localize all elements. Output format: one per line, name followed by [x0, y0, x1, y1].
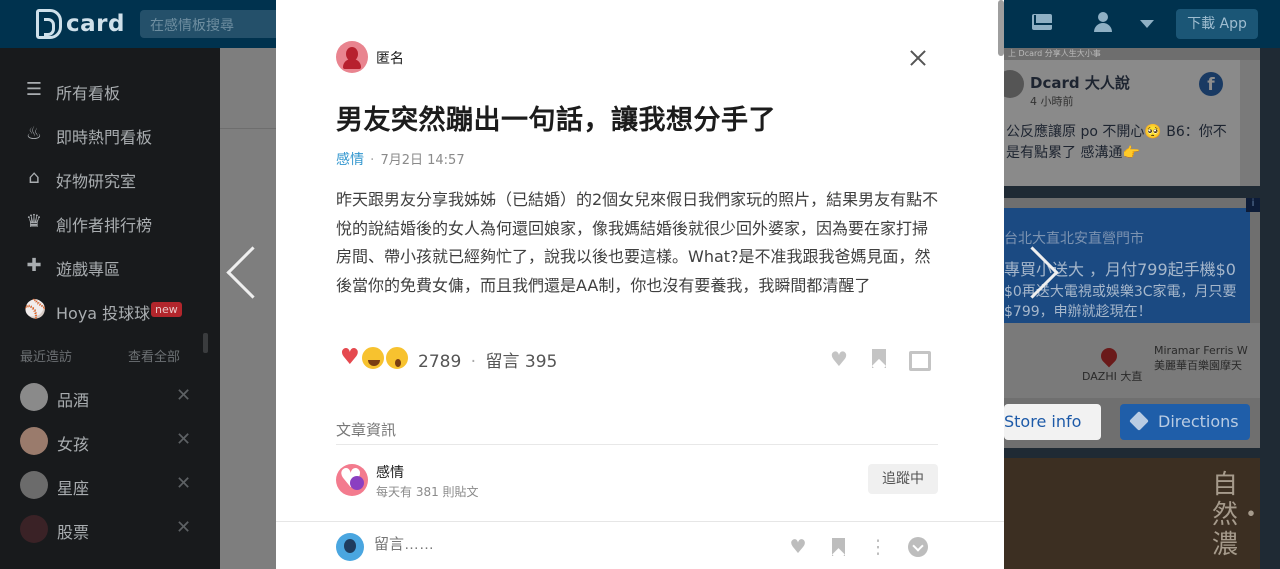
- new-badge: new: [151, 302, 182, 317]
- meta-separator: ·: [370, 152, 375, 168]
- recent-item-wine[interactable]: 品酒 ✕: [0, 375, 220, 419]
- post-stats: 2789 · 留言 395: [418, 347, 557, 372]
- forum-avatar[interactable]: [336, 464, 368, 496]
- comment-count[interactable]: 留言 395: [485, 352, 557, 372]
- ad-page-name: Dcard 大人說: [1030, 74, 1130, 92]
- sidebar-item-all-boards[interactable]: ☰ 所有看板: [0, 68, 220, 112]
- view-all-link[interactable]: 查看全部: [128, 346, 180, 365]
- author-avatar: [336, 41, 368, 73]
- sidebar-item-label: 即時熱門看板: [56, 128, 153, 147]
- recent-item-girls[interactable]: 女孩 ✕: [0, 419, 220, 463]
- ad-text: 自然・濃: [1212, 470, 1265, 560]
- post-title: 男友突然蹦出一句話，讓我想分手了: [336, 105, 776, 136]
- avatar: [336, 533, 364, 561]
- close-icon[interactable]: [906, 46, 930, 70]
- sidebar-item-label: 好物研究室: [56, 172, 137, 191]
- recent-item-label: 女孩: [57, 435, 90, 454]
- forum-link[interactable]: 感情: [336, 152, 364, 168]
- sidebar-item-hoya[interactable]: ⚾ Hoya 投球球 new: [0, 288, 220, 332]
- more-icon[interactable]: ⋮: [867, 536, 889, 558]
- sidebar-item-label: 遊戲專區: [56, 260, 121, 279]
- recent-item-label: 星座: [57, 479, 90, 498]
- laugh-reaction-icon: [360, 345, 386, 371]
- sidebar-scrollbar[interactable]: [203, 333, 208, 353]
- store-info-button[interactable]: Store info: [1004, 404, 1101, 440]
- dcard-logo[interactable]: card: [36, 9, 124, 41]
- logo-d-mark: [36, 9, 62, 39]
- following-button[interactable]: 追蹤中: [868, 464, 938, 494]
- download-app-button[interactable]: 下載 App: [1176, 9, 1258, 39]
- post-meta: 感情 · 7月2日 14:57: [336, 149, 465, 169]
- gamepad-icon: ✚: [26, 255, 42, 276]
- sidebar-item-label: 創作者排行榜: [56, 216, 153, 235]
- recent-item-stocks[interactable]: 股票 ✕: [0, 507, 220, 551]
- previous-post-arrow-icon[interactable]: [218, 246, 258, 302]
- comment-input[interactable]: [374, 536, 674, 553]
- fire-icon: ♨: [25, 123, 43, 144]
- heart-icon[interactable]: ♥: [787, 536, 809, 558]
- close-icon[interactable]: ✕: [176, 429, 191, 450]
- telecom-ad[interactable]: 台北大直北安直營門市 專買小送大 ，月付799起手機$0 $0再送大電視或娛樂3…: [1004, 198, 1260, 448]
- reaction-count[interactable]: 2789: [418, 352, 461, 372]
- post-modal: 匿名 男友突然蹦出一句話，讓我想分手了 感情 · 7月2日 14:57 昨天跟男友分…: [276, 0, 1004, 569]
- stats-separator: ·: [470, 352, 477, 372]
- sidebar: ☰ 所有看板 ♨ 即時熱門看板 ⌂ 好物研究室 ♛ 創作者排行榜 ✚ 遊戲專區 …: [0, 48, 220, 569]
- logo-text: card: [66, 11, 125, 37]
- sidebar-item-hot-boards[interactable]: ♨ 即時熱門看板: [0, 112, 220, 156]
- sidebar-item-creator-ranking[interactable]: ♛ 創作者排行榜: [0, 200, 220, 244]
- forum-avatar: [20, 383, 48, 411]
- close-icon[interactable]: ✕: [176, 517, 191, 538]
- divider: [336, 444, 938, 445]
- mail-icon[interactable]: [1032, 14, 1052, 30]
- user-icon[interactable]: [1094, 12, 1112, 34]
- ad-time: 4 小時前: [1030, 95, 1074, 108]
- sidebar-item-label: 所有看板: [56, 84, 121, 103]
- recent-item-horoscope[interactable]: 星座 ✕: [0, 463, 220, 507]
- wow-reaction-icon: [384, 345, 410, 371]
- forum-avatar: [20, 515, 48, 543]
- sidebar-item-games[interactable]: ✚ 遊戲專區: [0, 244, 220, 288]
- comment-bar: ♥ ⋮: [276, 521, 1004, 569]
- forum-avatar: [20, 427, 48, 455]
- sidebar-item-goods-lab[interactable]: ⌂ 好物研究室: [0, 156, 220, 200]
- baseball-icon: ⚾: [24, 299, 47, 320]
- search-input[interactable]: 在感情板搜尋: [140, 10, 280, 38]
- close-icon[interactable]: ✕: [176, 385, 191, 406]
- article-info-heading: 文章資訊: [336, 421, 397, 439]
- facebook-ad[interactable]: 上 Dcard 分享人生大小事 Dcard 大人說 4 小時前 f 公反應讓原 …: [996, 48, 1260, 186]
- sidebar-item-label: Hoya 投球球: [56, 304, 151, 323]
- forum-name[interactable]: 感情: [376, 462, 404, 482]
- page-scrollbar[interactable]: [998, 0, 1004, 56]
- bookmark-icon[interactable]: [868, 348, 890, 370]
- recent-item-label: 品酒: [57, 391, 90, 410]
- author-name: 匿名: [376, 51, 404, 67]
- recent-heading: 最近造訪: [20, 350, 73, 365]
- scroll-down-icon[interactable]: [907, 536, 929, 558]
- forum-avatar: [20, 471, 48, 499]
- image-ad[interactable]: 自然・濃: [1004, 458, 1265, 569]
- share-icon[interactable]: [907, 348, 931, 371]
- ad-topline: 上 Dcard 分享人生大小事: [1004, 48, 1260, 60]
- post-date: 7月2日 14:57: [380, 153, 465, 168]
- close-icon[interactable]: ✕: [176, 473, 191, 494]
- ad-info-icon[interactable]: i: [1246, 198, 1260, 212]
- ad-scrollbar[interactable]: [1240, 60, 1260, 186]
- trophy-icon: ♛: [25, 211, 43, 232]
- map-label: Miramar Ferris W 美麗華百樂園摩天: [1154, 344, 1248, 372]
- recent-item-label: 股票: [57, 523, 90, 542]
- next-post-arrow-icon[interactable]: [1024, 246, 1064, 302]
- map-label: DAZHI 大直: [1082, 370, 1143, 383]
- bookmark-icon[interactable]: [827, 536, 849, 558]
- facebook-icon: f: [1199, 72, 1223, 96]
- store-icon: ⌂: [28, 167, 40, 188]
- ad-text: 公反應讓原 po 不開心🥺 B6：你不是有點累了 感溝通👉: [1006, 124, 1227, 161]
- post-body: 昨天跟男友分享我姊姊（已結婚）的2個女兒來假日我們家玩的照片，結果男友有點不悅的…: [336, 190, 939, 295]
- ad-line: 台北大直北安直營門市: [1004, 231, 1144, 247]
- forum-post-rate: 每天有 381 則貼文: [376, 485, 479, 499]
- chevron-down-icon[interactable]: [1140, 20, 1154, 28]
- heart-icon[interactable]: ♥: [828, 348, 850, 370]
- heart-reaction-icon: [336, 345, 362, 371]
- list-icon: ☰: [25, 79, 43, 100]
- directions-button[interactable]: Directions: [1120, 404, 1250, 440]
